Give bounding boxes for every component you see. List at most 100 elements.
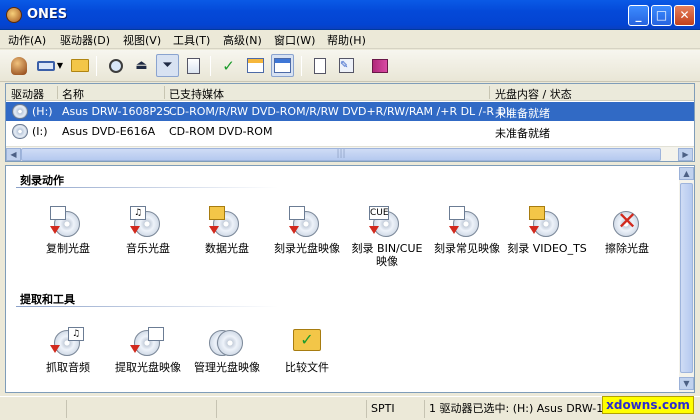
menu-drive[interactable]: 驱动器(D)	[60, 32, 110, 48]
menu-advanced[interactable]: 高级(N)	[223, 32, 262, 48]
task-label: 比较文件	[285, 361, 329, 374]
task-compare-files[interactable]: ✓ 比较文件	[265, 321, 345, 393]
document-icon[interactable]	[308, 54, 331, 77]
task-rip-audio[interactable]: ♫ 抓取音频	[26, 321, 106, 393]
toolbar: ▼ ⏏ ⏷ ✓ ✎ ones	[0, 50, 700, 123]
detail-view-icon[interactable]	[271, 54, 294, 77]
page-icon[interactable]	[182, 54, 205, 77]
task-burn-video-ts[interactable]: 刻录 VIDEO_TS	[505, 202, 587, 274]
task-manage-image[interactable]: 管理光盘映像	[185, 321, 265, 393]
menu-help[interactable]: 帮助(H)	[327, 32, 366, 48]
status-panel-empty	[216, 400, 366, 418]
task-label: 刻录 BIN/CUE 映像	[351, 242, 423, 268]
edit-icon[interactable]: ✎	[335, 54, 358, 77]
menu-tools[interactable]: 工具(T)	[173, 32, 210, 48]
column-divider[interactable]	[164, 86, 165, 99]
window-title: ONES	[27, 7, 68, 22]
toolbar-separator	[301, 56, 302, 76]
burn-image-icon	[287, 202, 327, 240]
drive-status: 未准备就绪	[495, 127, 550, 140]
open-folder-icon[interactable]	[68, 54, 91, 77]
task-erase-disc[interactable]: ✕ 擦除光盘	[585, 202, 665, 274]
watermark: xdowns.com	[602, 396, 694, 414]
task-label: 音乐光盘	[126, 242, 170, 255]
burn-video-ts-icon	[527, 202, 567, 240]
section-divider	[16, 187, 278, 188]
drive-row-h[interactable]: (H:) Asus DRW-1608P2S CD-ROM/R/RW DVD-RO…	[6, 102, 694, 121]
menu-action[interactable]: 动作(A)	[8, 32, 46, 48]
toolbar-separator	[96, 56, 97, 76]
task-burn-image[interactable]: 刻录光盘映像	[265, 202, 345, 274]
extract-image-icon	[128, 321, 168, 359]
task-label: 提取光盘映像	[115, 361, 181, 374]
minimize-button[interactable]: _	[628, 5, 649, 26]
column-divider[interactable]	[489, 86, 490, 99]
drive-media: CD-ROM/R/RW DVD-ROM/R/RW DVD+R/RW/RAM /+…	[169, 105, 513, 118]
horizontal-scrollbar[interactable]: ◀ ||| ▶	[6, 146, 694, 161]
menu-view[interactable]: 视图(V)	[123, 32, 161, 48]
burn-bincue-icon: CUE	[367, 202, 407, 240]
task-label: 擦除光盘	[605, 242, 649, 255]
music-disc-icon: ♫	[128, 202, 168, 240]
scroll-right-icon[interactable]: ▶	[678, 148, 693, 161]
drive-media: CD-ROM DVD-ROM	[169, 125, 273, 138]
column-status[interactable]: 光盘内容 / 状态	[495, 86, 572, 102]
drive-list-header: 驱动器 名称 已支持媒体 光盘内容 / 状态	[6, 84, 694, 101]
erase-disc-icon: ✕	[607, 202, 647, 240]
scroll-up-icon[interactable]: ▲	[679, 167, 694, 180]
task-label: 刻录光盘映像	[274, 242, 340, 255]
task-extract-image[interactable]: 提取光盘映像	[106, 321, 186, 393]
status-interface: SPTI	[366, 400, 424, 418]
compare-files-icon: ✓	[287, 321, 327, 359]
task-music-disc[interactable]: ♫ 音乐光盘	[106, 202, 186, 274]
task-label: 复制光盘	[46, 242, 90, 255]
drive-letter: (H:)	[32, 105, 53, 118]
task-burn-common-image[interactable]: 刻录常见映像	[425, 202, 505, 274]
section-title-burn: 刻录动作	[20, 174, 64, 187]
ones-icon[interactable]	[7, 54, 30, 77]
optical-drive-icon	[12, 104, 28, 119]
drive-letter: (I:)	[32, 125, 48, 138]
task-label: 管理光盘映像	[194, 361, 260, 374]
status-panel-empty	[4, 400, 66, 418]
scroll-thumb[interactable]: |||	[21, 148, 661, 161]
search-disc-icon[interactable]	[104, 54, 127, 77]
vertical-scrollbar[interactable]: ▲ ▼	[679, 167, 694, 392]
column-drive[interactable]: 驱动器	[11, 86, 44, 102]
book-icon[interactable]	[368, 54, 391, 77]
task-panel: 刻录动作 复制光盘 ♫ 音乐光盘 数据光盘 刻录光盘映像 CUE 刻录 BIN/…	[5, 165, 695, 393]
data-disc-icon	[207, 202, 247, 240]
drive-name: Asus DVD-E616A	[62, 125, 156, 138]
checkmark-icon[interactable]: ✓	[217, 54, 240, 77]
scroll-left-icon[interactable]: ◀	[6, 148, 21, 161]
copy-disc-icon	[48, 202, 88, 240]
task-label: 数据光盘	[205, 242, 249, 255]
scroll-thumb[interactable]	[680, 183, 693, 373]
column-media[interactable]: 已支持媒体	[169, 86, 224, 102]
burn-common-image-icon	[447, 202, 487, 240]
drive-status: 未准备就绪	[495, 107, 550, 120]
task-copy-disc[interactable]: 复制光盘	[26, 202, 106, 274]
drive-row-i[interactable]: (I:) Asus DVD-E616A CD-ROM DVD-ROM 未准备就绪	[6, 122, 694, 141]
ones-app-icon	[6, 7, 22, 23]
eject-icon[interactable]: ⏏	[130, 54, 153, 77]
menu-window[interactable]: 窗口(W)	[274, 32, 315, 48]
task-data-disc[interactable]: 数据光盘	[185, 202, 265, 274]
close-button[interactable]: ✕	[674, 5, 695, 26]
load-icon[interactable]: ⏷	[156, 54, 179, 77]
task-label: 刻录常见映像	[434, 242, 500, 255]
title-bar[interactable]: ONES _ □ ✕	[0, 0, 700, 30]
maximize-button[interactable]: □	[651, 5, 672, 26]
column-divider[interactable]	[57, 86, 58, 99]
list-view-icon[interactable]	[244, 54, 267, 77]
scroll-down-icon[interactable]: ▼	[679, 377, 694, 390]
drive-name: Asus DRW-1608P2S	[62, 105, 171, 118]
task-burn-bincue[interactable]: CUE 刻录 BIN/CUE 映像	[345, 202, 425, 274]
column-name[interactable]: 名称	[62, 86, 84, 102]
drive-list: 驱动器 名称 已支持媒体 光盘内容 / 状态 (H:) Asus DRW-160…	[5, 83, 695, 162]
optical-drive-icon	[12, 124, 28, 139]
section-title-extract: 提取和工具	[20, 293, 75, 306]
task-label: 刻录 VIDEO_TS	[507, 242, 587, 255]
eject-dropdown-icon[interactable]: ▼	[36, 54, 64, 77]
status-bar: SPTI 1 驱动器已选中: (H:) Asus DRW-1608P2S	[0, 396, 700, 420]
